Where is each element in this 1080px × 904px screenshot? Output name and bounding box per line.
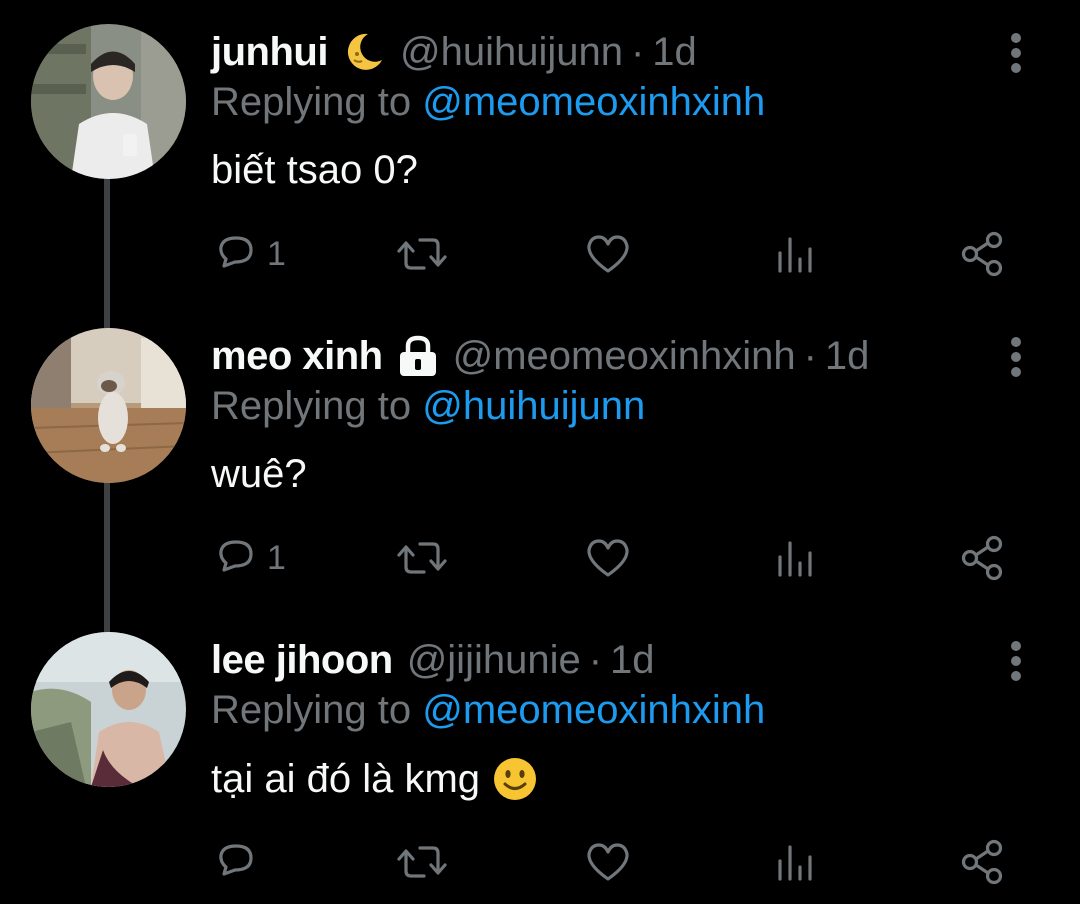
tweet-text-content: tại ai đó là kmg: [211, 756, 481, 801]
tweet-header: meo xinh @meomeoxinhxinh · 1d: [211, 330, 869, 382]
reply-button[interactable]: [215, 834, 257, 890]
tweet-header: junhui @huihuijunn · 1d: [211, 26, 697, 78]
views-button[interactable]: [776, 530, 816, 586]
user-handle[interactable]: @meomeoxinhxinh: [453, 334, 796, 379]
avatar[interactable]: [31, 632, 186, 787]
user-handle[interactable]: @jijihunie: [407, 638, 581, 683]
like-button[interactable]: [585, 834, 631, 890]
mention-link[interactable]: @meomeoxinhxinh: [422, 80, 765, 124]
more-vertical-icon[interactable]: [1003, 336, 1029, 378]
heart-icon: [587, 235, 629, 273]
separator-dot: ·: [803, 333, 817, 378]
share-icon: [961, 535, 1003, 581]
timestamp[interactable]: 1d: [825, 334, 870, 379]
heart-icon: [587, 843, 629, 881]
tweet-actions: 1: [211, 226, 1011, 282]
slightly-smiling-face-icon: [492, 756, 538, 802]
mention-link[interactable]: @huihuijunn: [422, 384, 645, 428]
tweet-actions: 1: [211, 530, 1011, 586]
display-name[interactable]: junhui: [211, 30, 328, 75]
tweet-text: biết tsao 0?: [211, 148, 418, 192]
like-button[interactable]: [585, 226, 631, 282]
crescent-moon-icon: [342, 30, 386, 74]
reply-icon: [219, 236, 253, 268]
separator-dot: ·: [588, 637, 603, 682]
avatar[interactable]: [31, 328, 186, 483]
replying-to: Replying to @meomeoxinhxinh: [211, 688, 765, 733]
share-button[interactable]: [959, 226, 1005, 282]
heart-icon: [587, 539, 629, 577]
replying-to: Replying to @meomeoxinhxinh: [211, 80, 765, 125]
replying-to-label: Replying to: [211, 688, 412, 732]
views-button[interactable]: [776, 834, 816, 890]
reply-icon: [219, 540, 253, 572]
retweet-icon: [397, 846, 447, 878]
views-icon: [778, 237, 812, 273]
display-name[interactable]: lee jihoon: [211, 638, 393, 683]
views-button[interactable]: [776, 226, 816, 282]
reply-button[interactable]: 1: [215, 226, 286, 282]
more-vertical-icon[interactable]: [1003, 32, 1029, 74]
retweet-button[interactable]: [396, 226, 448, 282]
more-vertical-icon[interactable]: [1003, 640, 1029, 682]
views-icon: [778, 845, 812, 881]
tweet[interactable]: junhui @huihuijunn · 1d Replying to @meo…: [0, 0, 1080, 300]
replying-to: Replying to @huihuijunn: [211, 384, 645, 429]
share-icon: [961, 839, 1003, 885]
user-handle[interactable]: @huihuijunn: [400, 30, 623, 75]
replying-to-label: Replying to: [211, 80, 412, 124]
tweet[interactable]: lee jihoon @jijihunie · 1d Replying to @…: [0, 608, 1080, 904]
tweet-header: lee jihoon @jijihunie · 1d: [211, 634, 655, 686]
tweet-text: wuê?: [211, 452, 307, 496]
avatar[interactable]: [31, 24, 186, 179]
display-name[interactable]: meo xinh: [211, 334, 383, 379]
timestamp[interactable]: 1d: [610, 638, 655, 683]
share-icon: [961, 231, 1003, 277]
avatar-photo-meo-xinh: [31, 328, 186, 483]
share-button[interactable]: [959, 834, 1005, 890]
retweet-icon: [397, 238, 447, 270]
avatar-photo-junhui: [31, 24, 186, 179]
reply-icon: [219, 844, 253, 876]
reply-button[interactable]: 1: [215, 530, 286, 586]
views-icon: [778, 541, 812, 577]
retweet-button[interactable]: [396, 834, 448, 890]
timestamp[interactable]: 1d: [652, 30, 697, 75]
separator-dot: ·: [630, 29, 645, 74]
retweet-icon: [397, 542, 447, 574]
share-button[interactable]: [959, 530, 1005, 586]
avatar-photo-lee-jihoon: [31, 632, 186, 787]
tweet[interactable]: meo xinh @meomeoxinhxinh · 1d Replying t…: [0, 304, 1080, 604]
reply-count: 1: [267, 538, 286, 577]
lock-icon: [397, 335, 439, 377]
tweet-text: tại ai đó là kmg: [211, 756, 538, 802]
replying-to-label: Replying to: [211, 384, 412, 428]
like-button[interactable]: [585, 530, 631, 586]
tweet-thread: junhui @huihuijunn · 1d Replying to @meo…: [0, 0, 1080, 904]
tweet-actions: [211, 834, 1011, 890]
retweet-button[interactable]: [396, 530, 448, 586]
reply-count: 1: [267, 234, 286, 273]
mention-link[interactable]: @meomeoxinhxinh: [422, 688, 765, 732]
